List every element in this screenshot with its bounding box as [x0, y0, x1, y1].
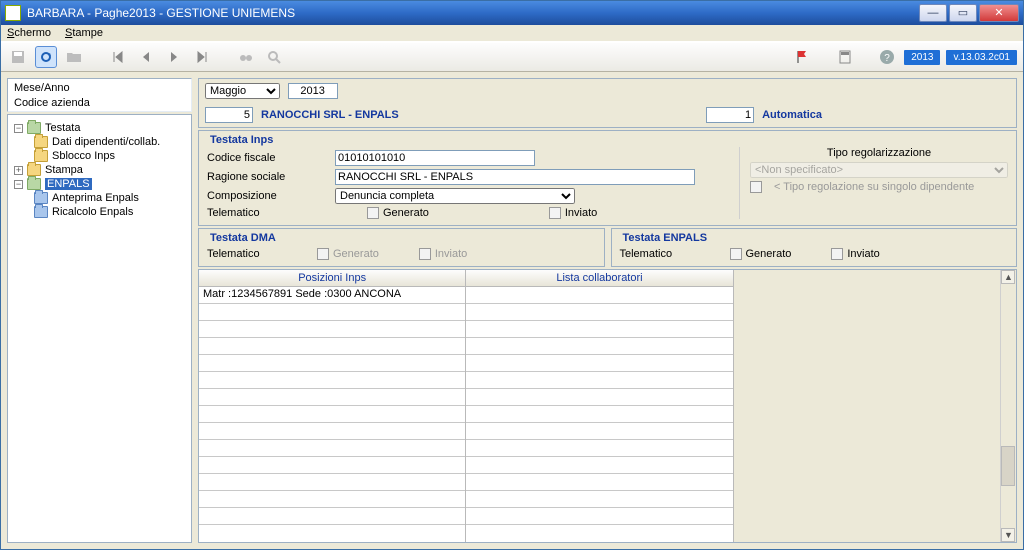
menubar: Schermo Stampe — [1, 25, 1023, 42]
label-telematico-dma: Telematico — [207, 248, 277, 260]
label-ragione-sociale: Ragione sociale — [207, 171, 327, 183]
fieldset-enpals: Testata ENPALS Telematico Generato Invia… — [611, 228, 1018, 267]
composizione-select[interactable]: Denuncia completa — [335, 188, 575, 204]
maximize-button[interactable]: ▭ — [949, 4, 977, 22]
col-header-collaboratori[interactable]: Lista collaboratori — [466, 270, 732, 287]
checkbox-inviato-inps[interactable]: Inviato — [549, 207, 597, 219]
scroll-down-icon[interactable]: ▼ — [1001, 528, 1015, 542]
minimize-button[interactable]: — — [919, 4, 947, 22]
tree-stampa[interactable]: +Stampa — [12, 163, 187, 177]
app-icon — [5, 5, 21, 21]
scroll-up-icon[interactable]: ▲ — [1001, 270, 1015, 284]
menu-stampe[interactable]: Stampe — [65, 27, 103, 39]
search-icon[interactable] — [263, 46, 285, 68]
prev-icon[interactable] — [135, 46, 157, 68]
svg-text:?: ? — [884, 53, 890, 64]
codice-azienda-input[interactable] — [205, 107, 253, 123]
binoculars-icon[interactable] — [235, 46, 257, 68]
tipo-reg-note: < Tipo regolazione su singolo dipendente — [774, 181, 974, 193]
col-header-posizioni[interactable]: Posizioni Inps — [199, 270, 465, 287]
label-mese-anno: Mese/Anno — [14, 82, 185, 94]
tree-ricalcolo-enpals[interactable]: Ricalcolo Enpals — [12, 205, 187, 219]
codice-fiscale-input[interactable] — [335, 150, 535, 166]
refresh-icon[interactable] — [35, 46, 57, 68]
tipo-reg-select: <Non specificato> — [750, 162, 1008, 178]
fieldset-inps: Testata Inps Codice fiscale Ragione soci… — [198, 130, 1017, 226]
menu-schermo[interactable]: Schermo — [7, 27, 51, 39]
label-telematico-inps: Telematico — [207, 207, 327, 219]
close-button[interactable]: ✕ — [979, 4, 1019, 22]
checkbox-generato-dma: Generato — [317, 248, 379, 260]
folder-icon[interactable] — [63, 46, 85, 68]
label-codice-fiscale: Codice fiscale — [207, 152, 327, 164]
first-icon[interactable] — [107, 46, 129, 68]
checkbox-inviato-enpals[interactable]: Inviato — [831, 248, 879, 260]
checkbox-generato-inps[interactable]: Generato — [367, 207, 429, 219]
badge-year: 2013 — [904, 50, 940, 65]
data-table: Posizioni Inps Matr :1234567891 Sede :03… — [198, 269, 1017, 543]
last-icon[interactable] — [191, 46, 213, 68]
table-row[interactable]: Matr :1234567891 Sede :0300 ANCONA — [199, 287, 465, 304]
scroll-thumb[interactable] — [1001, 446, 1015, 486]
seq-input[interactable] — [706, 107, 754, 123]
next-icon[interactable] — [163, 46, 185, 68]
label-telematico-enpals: Telematico — [620, 248, 690, 260]
window-title: BARBARA - Paghe2013 - GESTIONE UNIEMENS — [27, 6, 919, 20]
titlebar: BARBARA - Paghe2013 - GESTIONE UNIEMENS … — [1, 1, 1023, 25]
calculator-icon[interactable] — [834, 46, 856, 68]
nav-tree: −Testata Dati dipendenti/collab. Sblocco… — [7, 114, 192, 543]
ragione-sociale-input[interactable] — [335, 169, 695, 185]
tree-testata[interactable]: −Testata — [12, 121, 187, 135]
badge-version: v.13.03.2c01 — [946, 50, 1017, 65]
help-icon[interactable]: ? — [876, 46, 898, 68]
tree-sblocco-inps[interactable]: Sblocco Inps — [12, 149, 187, 163]
label-tipo-reg: Tipo regolarizzazione — [750, 147, 1008, 159]
tree-anteprima-enpals[interactable]: Anteprima Enpals — [12, 191, 187, 205]
scrollbar[interactable]: ▲ ▼ — [1000, 270, 1016, 542]
save-icon[interactable] — [7, 46, 29, 68]
toolbar: ? 2013 v.13.03.2c01 — [1, 42, 1023, 72]
seq-label: Automatica — [762, 109, 822, 121]
label-composizione: Composizione — [207, 190, 327, 202]
tree-enpals[interactable]: −ENPALS — [12, 177, 187, 191]
year-input[interactable] — [288, 83, 338, 99]
company-name: RANOCCHI SRL - ENPALS — [261, 109, 399, 121]
fieldset-dma: Testata DMA Telematico Generato Inviato — [198, 228, 605, 267]
flag-icon[interactable] — [792, 46, 814, 68]
tree-dati-dipendenti[interactable]: Dati dipendenti/collab. — [12, 135, 187, 149]
checkbox-generato-enpals[interactable]: Generato — [730, 248, 792, 260]
month-select[interactable]: Maggio — [205, 83, 280, 99]
checkbox-inviato-dma: Inviato — [419, 248, 467, 260]
label-codice-azienda: Codice azienda — [14, 97, 185, 109]
top-fields: Maggio — [198, 78, 1017, 104]
